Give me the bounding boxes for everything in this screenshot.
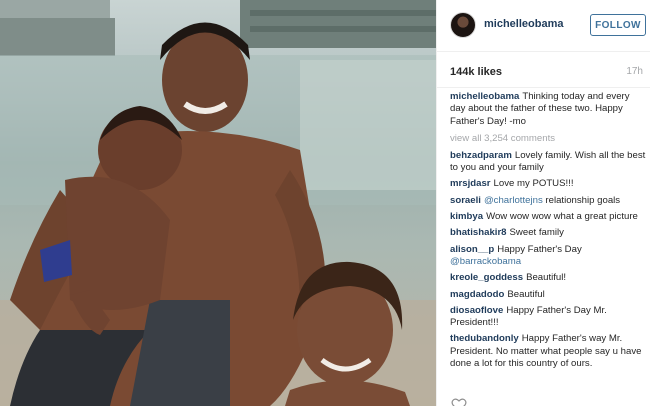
post-username[interactable]: michelleobama [484,18,563,30]
comment-item: thedubandonly Happy Father's way Mr. Pres… [450,333,646,370]
comment-text: Love my POTUS!!! [493,178,574,190]
comment-text: Happy Father's Day [497,243,582,255]
comment-username[interactable]: behzadparam [450,150,512,161]
comment-item: behzadparam Lovely family. Wish all the b… [450,150,646,175]
comment-username[interactable]: alison__p [450,244,494,255]
comment-username[interactable]: soraeli [450,195,481,206]
comment-username[interactable]: thedubandonly [450,333,519,344]
comment-username[interactable]: kreole_goddess [450,272,523,283]
caption-username[interactable]: michelleobama [450,91,519,102]
comment-username[interactable]: bhatishakir8 [450,227,507,238]
comment-item: soraeli @charlottejns relationship goals [450,195,646,207]
post-header: michelleobama FOLLOW [437,0,650,52]
comment-text: Sweet family [509,227,564,239]
comment-username[interactable]: mrsjdasr [450,178,491,189]
avatar[interactable] [450,12,476,38]
comment-mention[interactable]: @barrackobama [450,256,521,267]
likes-count[interactable]: 144k likes [450,66,502,78]
comment-mention[interactable]: @charlottejns [484,195,543,206]
post-stats: 144k likes 17h [437,52,650,88]
comment-text: Beautiful! [526,272,567,284]
post-caption: michelleobama Thinking today and every da… [450,91,646,128]
comment-item: magdadodo Beautiful [450,289,646,301]
post-photo [0,0,436,406]
comments-section: michelleobama Thinking today and every da… [450,91,646,374]
comment-item: bhatishakir8 Sweet family [450,227,646,239]
comment-item: alison__p Happy Father's Day @barrackobam… [450,244,646,269]
rock-wall [240,0,436,48]
comment-item: mrsjdasr Love my POTUS!!! [450,178,646,190]
comment-text: Wow wow wow what a great picture [486,211,638,223]
view-all-comments-link[interactable]: view all 3,254 comments [450,133,646,144]
photo-illustration [0,0,436,406]
comment-username[interactable]: diosaoflove [450,305,503,316]
post-sidebar: michelleobama FOLLOW 144k likes 17h mich… [436,0,650,406]
comment-item: diosaoflove Happy Father's Day Mr. Presid… [450,305,646,330]
comment-item: kreole_goddess Beautiful! [450,272,646,284]
dock-base [0,18,115,56]
comment-text: Beautiful [507,288,545,300]
comment-username[interactable]: kimbya [450,211,483,222]
follow-button[interactable]: FOLLOW [590,14,646,36]
comment-username[interactable]: magdadodo [450,289,504,300]
comment-item: kimbya Wow wow wow what a great picture [450,211,646,223]
comment-text: relationship goals [542,194,621,206]
post-time[interactable]: 17h [626,66,643,77]
heart-icon[interactable] [451,398,467,406]
